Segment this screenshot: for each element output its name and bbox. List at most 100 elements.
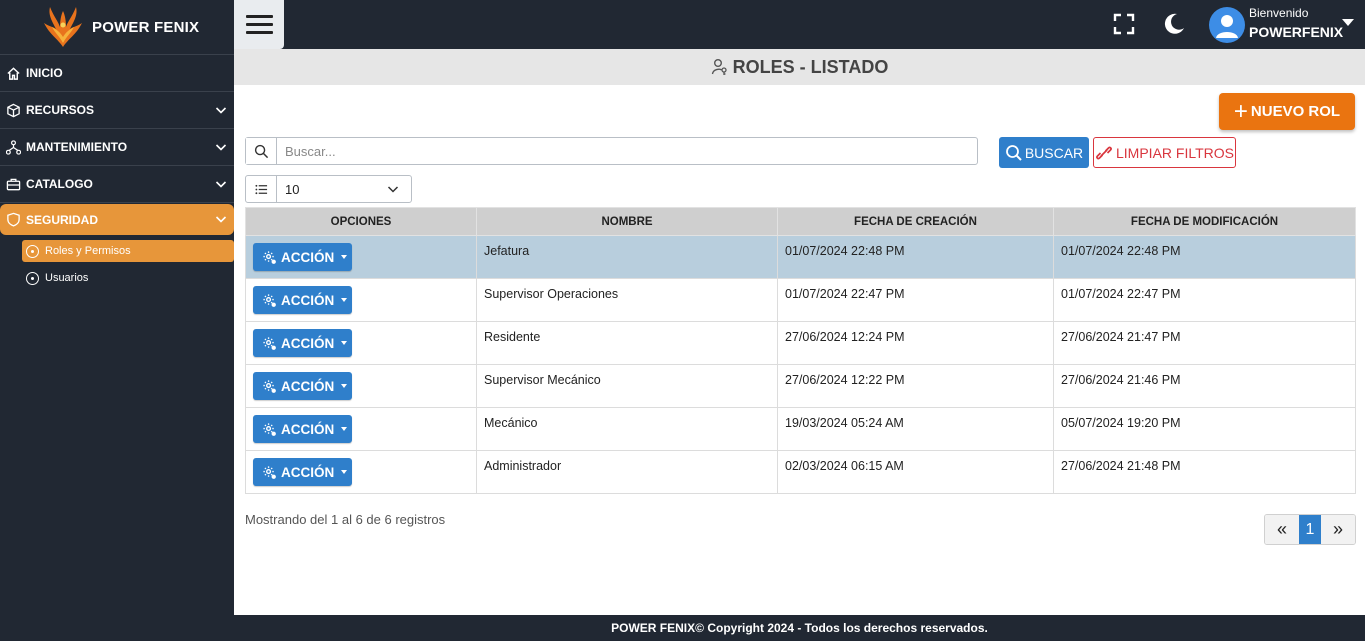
shield-icon — [7, 212, 20, 227]
clear-filters-button[interactable]: LIMPIAR FILTROS — [1093, 137, 1236, 168]
topbar: Bienvenido POWERFENIX — [234, 0, 1365, 49]
options-cell: ACCIÓN — [245, 278, 477, 322]
pagination-next-button[interactable]: » — [1321, 515, 1355, 544]
gear-icon — [263, 250, 276, 264]
chevron-down-icon — [215, 144, 227, 151]
modified-date-cell: 27/06/2024 21:46 PM — [1053, 364, 1356, 408]
action-label: ACCIÓN — [281, 335, 335, 351]
options-cell: ACCIÓN — [245, 235, 477, 279]
action-dropdown-button[interactable]: ACCIÓN — [253, 458, 352, 486]
table-row[interactable]: ACCIÓN Supervisor Operaciones 01/07/2024 2… — [245, 278, 1356, 322]
hamburger-menu-button[interactable] — [234, 0, 284, 49]
sidebar-item-recursos[interactable]: RECURSOS — [0, 92, 234, 129]
moon-icon[interactable] — [1161, 11, 1187, 37]
chevron-down-icon — [215, 107, 227, 114]
table-body: ACCIÓN Jefatura 01/07/2024 22:48 PM 01/07/2… — [245, 235, 1356, 494]
search-button[interactable]: BUSCAR — [999, 137, 1089, 168]
gear-icon — [263, 465, 276, 479]
list-icon — [246, 176, 277, 202]
name-cell: Mecánico — [476, 407, 778, 451]
caret-down-icon — [1342, 19, 1354, 26]
pagination: « 1 » — [1264, 514, 1356, 545]
sidebar-subitem-label: Roles y Permisos — [45, 245, 131, 257]
modified-date-cell: 05/07/2024 19:20 PM — [1053, 407, 1356, 451]
sidebar-item-inicio[interactable]: INICIO — [0, 55, 234, 92]
phoenix-logo-icon — [44, 7, 82, 47]
name-cell: Residente — [476, 321, 778, 365]
table-row[interactable]: ACCIÓN Supervisor Mecánico 27/06/2024 12:2… — [245, 364, 1356, 408]
action-dropdown-button[interactable]: ACCIÓN — [253, 329, 352, 357]
action-dropdown-button[interactable]: ACCIÓN — [253, 243, 352, 271]
greeting-text: Bienvenido — [1249, 6, 1309, 20]
table-row[interactable]: ACCIÓN Jefatura 01/07/2024 22:48 PM 01/07/2… — [245, 235, 1356, 279]
action-dropdown-button[interactable]: ACCIÓN — [253, 286, 352, 314]
brand-name: POWER FENIX — [92, 18, 200, 36]
sidebar-subitem-roles[interactable]: Roles y Permisos — [22, 240, 234, 262]
name-cell: Supervisor Operaciones — [476, 278, 778, 322]
brand[interactable]: POWER FENIX — [0, 0, 234, 55]
user-key-icon — [711, 59, 727, 75]
sidebar-subitem-usuarios[interactable]: Usuarios — [22, 267, 234, 289]
column-header-fecha-modificacion[interactable]: FECHA DE MODIFICACIÓN — [1053, 207, 1356, 236]
modified-date-cell: 01/07/2024 22:47 PM — [1053, 278, 1356, 322]
sidebar-item-seguridad[interactable]: SEGURIDAD — [0, 204, 234, 235]
action-dropdown-button[interactable]: ACCIÓN — [253, 415, 352, 443]
modified-date-cell: 27/06/2024 21:47 PM — [1053, 321, 1356, 365]
briefcase-icon — [6, 178, 21, 190]
chevron-down-icon — [215, 216, 227, 223]
caret-down-icon — [341, 384, 348, 388]
page-title: ROLES - LISTADO — [732, 56, 889, 77]
column-header-nombre[interactable]: NOMBRE — [476, 207, 778, 236]
column-header-opciones[interactable]: OPCIONES — [245, 207, 477, 236]
options-cell: ACCIÓN — [245, 407, 477, 451]
modified-date-cell: 01/07/2024 22:48 PM — [1053, 235, 1356, 279]
table-row[interactable]: ACCIÓN Administrador 02/03/2024 06:15 AM 27… — [245, 450, 1356, 494]
per-page-text: 10 — [285, 181, 300, 197]
sidebar-item-label: MANTENIMIENTO — [26, 140, 128, 154]
created-date-cell: 19/03/2024 05:24 AM — [777, 407, 1054, 451]
sidebar-item-catalogo[interactable]: CATALOGO — [0, 166, 234, 203]
per-page-select[interactable]: 10 — [245, 175, 412, 203]
fullscreen-icon[interactable] — [1112, 12, 1136, 36]
footer-text: POWER FENIX© Copyright 2024 - Todos los … — [611, 621, 988, 635]
table-row[interactable]: ACCIÓN Residente 27/06/2024 12:24 PM 27/06/… — [245, 321, 1356, 365]
gear-icon — [263, 379, 276, 393]
sidebar-item-label: INICIO — [26, 66, 63, 80]
name-cell: Supervisor Mecánico — [476, 364, 778, 408]
search-button-label: BUSCAR — [1024, 144, 1084, 161]
column-header-fecha-creacion[interactable]: FECHA DE CREACIÓN — [777, 207, 1054, 236]
action-label: ACCIÓN — [281, 378, 335, 394]
action-dropdown-button[interactable]: ACCIÓN — [253, 372, 352, 400]
user-menu[interactable]: Bienvenido POWERFENIX — [1209, 5, 1359, 45]
sidebar-item-label: CATALOGO — [26, 177, 93, 191]
caret-down-icon — [341, 298, 348, 302]
caret-down-icon — [341, 255, 348, 259]
chevron-down-icon — [215, 181, 227, 188]
per-page-value[interactable]: 10 — [277, 176, 411, 202]
plus-icon: + — [1233, 97, 1248, 125]
new-role-button[interactable]: + NUEVO ROL — [1219, 93, 1355, 130]
search-icon — [1005, 144, 1022, 161]
sidebar-item-mantenimiento[interactable]: MANTENIMIENTO — [0, 129, 234, 166]
gear-icon — [263, 422, 276, 436]
pagination-page-button[interactable]: 1 — [1299, 515, 1321, 544]
caret-down-icon — [341, 427, 348, 431]
name-cell: Jefatura — [476, 235, 778, 279]
options-cell: ACCIÓN — [245, 321, 477, 365]
search-icon — [246, 138, 277, 164]
records-info: Mostrando del 1 al 6 de 6 registros — [245, 512, 446, 527]
roles-table: OPCIONES NOMBRE FECHA DE CREACIÓN FECHA … — [245, 207, 1356, 494]
chevron-down-icon — [387, 186, 399, 193]
table-row[interactable]: ACCIÓN Mecánico 19/03/2024 05:24 AM 05/07/2… — [245, 407, 1356, 451]
search-input[interactable] — [277, 138, 977, 164]
sidebar-item-label: RECURSOS — [26, 103, 95, 117]
table-header-row: OPCIONES NOMBRE FECHA DE CREACIÓN FECHA … — [245, 207, 1356, 236]
avatar — [1209, 7, 1245, 43]
search-box — [245, 137, 978, 165]
created-date-cell: 01/07/2024 22:47 PM — [777, 278, 1054, 322]
page-title-bar: ROLES - LISTADO — [234, 49, 1365, 85]
pagination-prev-button[interactable]: « — [1265, 515, 1299, 544]
modified-date-cell: 27/06/2024 21:48 PM — [1053, 450, 1356, 494]
action-label: ACCIÓN — [281, 292, 335, 308]
home-icon — [7, 66, 20, 80]
